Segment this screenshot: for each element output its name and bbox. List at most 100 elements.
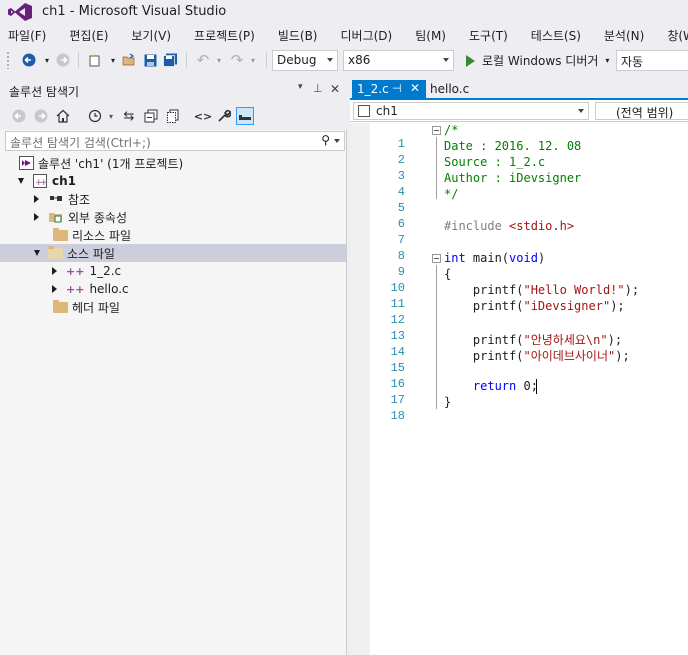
code-text: printf("Hello World!");: [444, 283, 639, 297]
search-icon[interactable]: ⚲: [321, 133, 330, 147]
code-line: 12 printf("iDevsigner");: [350, 299, 688, 327]
code-text-area[interactable]: 1 /* 2 Date : 2016. 12. 08 3 Source : 1_…: [350, 123, 688, 655]
collapse-toggle-icon[interactable]: [432, 126, 441, 135]
save-button[interactable]: [141, 51, 159, 69]
expand-arrow-icon[interactable]: [34, 195, 39, 203]
menu-team[interactable]: 팀(M): [415, 27, 446, 44]
collapse-all-button[interactable]: [142, 107, 160, 125]
tree-item-resource-files[interactable]: 리소스 파일: [0, 226, 346, 244]
tab-1-2-c[interactable]: 1_2.c ⊣ ✕: [352, 80, 426, 100]
solution-explorer-toolbar: ▾ ⇆ <>: [0, 102, 347, 130]
code-text: */: [444, 187, 459, 201]
tab-label: 1_2.c: [357, 82, 389, 96]
menu-test[interactable]: 테스트(S): [531, 27, 581, 44]
code-plain: );: [615, 349, 630, 363]
code-plain: );: [610, 299, 625, 313]
solution-configuration-dropdown[interactable]: Debug: [272, 50, 338, 71]
search-options-dropdown-icon[interactable]: [334, 139, 340, 143]
toolbar-grip[interactable]: [6, 51, 10, 69]
undo-dropdown-icon[interactable]: ▾: [210, 51, 228, 69]
tree-item-solution[interactable]: 솔루션 'ch1' (1개 프로젝트): [0, 154, 346, 172]
close-icon[interactable]: ✕: [410, 81, 420, 95]
tree-item-label: ch1: [52, 174, 77, 188]
configuration-value: Debug: [277, 53, 317, 67]
new-project-button[interactable]: [86, 51, 104, 69]
scope-dropdown-value: (전역 범위): [616, 106, 674, 120]
back-button[interactable]: [20, 51, 38, 69]
menu-window[interactable]: 창(W): [667, 27, 688, 44]
close-icon[interactable]: ✕: [330, 82, 340, 96]
menu-project[interactable]: 프로젝트(P): [194, 27, 255, 44]
tree-item-label: hello.c: [89, 282, 129, 296]
code-plain: printf(: [444, 333, 524, 347]
forward-button[interactable]: [54, 51, 72, 69]
menu-file[interactable]: 파일(F): [8, 27, 46, 44]
include-path: <stdio.h>: [509, 219, 575, 233]
code-plain: printf(: [444, 349, 524, 363]
pin-icon[interactable]: ⊥: [313, 82, 323, 95]
expand-arrow-icon[interactable]: [52, 285, 57, 293]
code-plain: ): [537, 251, 546, 265]
document-tab-well: 1_2.c ⊣ ✕ hello.c: [350, 78, 688, 100]
menu-debug[interactable]: 디버그(D): [341, 27, 393, 44]
solution-explorer-search-input[interactable]: 솔루션 탐색기 검색(Ctrl+;) ⚲: [5, 131, 345, 151]
solution-platform-dropdown[interactable]: x86: [343, 50, 454, 71]
expand-arrow-icon[interactable]: [52, 267, 57, 275]
tree-item-label: 1_2.c: [89, 264, 122, 278]
platform-value: x86: [348, 53, 371, 67]
string-literal: "안녕하세요\n": [523, 333, 608, 347]
show-all-files-button[interactable]: [164, 107, 182, 125]
expand-arrow-icon[interactable]: [34, 213, 39, 221]
folder-icon: [48, 245, 63, 259]
chevron-down-icon: [578, 109, 584, 113]
code-text: Author : iDevsigner: [444, 171, 582, 185]
scope-dropdown[interactable]: (전역 범위): [595, 102, 688, 120]
code-text: return 0;: [444, 379, 538, 393]
menu-analyze[interactable]: 분석(N): [604, 27, 644, 44]
forward-button[interactable]: [32, 107, 50, 125]
tab-hello-c[interactable]: hello.c: [430, 82, 469, 96]
debug-mode-dropdown[interactable]: 자동: [616, 50, 688, 71]
home-button[interactable]: [54, 107, 72, 125]
tree-item-source-files[interactable]: 소스 파일: [0, 244, 346, 262]
back-arrow-icon: [12, 109, 26, 123]
back-button[interactable]: [10, 107, 28, 125]
tree-item-file[interactable]: ++ hello.c: [0, 280, 346, 298]
project-icon: [358, 105, 370, 117]
tree-item-label: 솔루션 'ch1' (1개 프로젝트): [38, 156, 184, 171]
filter-dropdown-icon[interactable]: ▾: [102, 107, 120, 125]
project-dropdown[interactable]: ch1: [353, 102, 589, 120]
tree-item-references[interactable]: 참조: [0, 190, 346, 208]
code-line: 16: [350, 363, 688, 391]
collapse-toggle-icon[interactable]: [432, 254, 441, 263]
code-text: int main(void): [444, 251, 545, 265]
window-position-dropdown-icon[interactable]: ▾: [298, 82, 303, 92]
pin-icon[interactable]: ⊣: [392, 82, 402, 95]
menu-tools[interactable]: 도구(T): [469, 27, 508, 44]
forward-arrow-icon: [56, 53, 70, 67]
tree-item-external-dependencies[interactable]: 외부 종속성: [0, 208, 346, 226]
window-title: ch1 - Microsoft Visual Studio: [42, 4, 227, 19]
expand-arrow-icon[interactable]: [34, 250, 40, 256]
title-bar: ch1 - Microsoft Visual Studio: [0, 0, 688, 24]
tree-item-header-files[interactable]: 헤더 파일: [0, 298, 346, 316]
external-deps-icon: [48, 210, 64, 224]
tree-item-project[interactable]: + + ch1: [0, 172, 346, 190]
view-code-button[interactable]: <>: [194, 107, 212, 125]
chevron-down-icon: [443, 58, 449, 62]
menu-edit[interactable]: 편집(E): [69, 27, 108, 44]
code-line: 4 Author : iDevsigner: [350, 171, 688, 199]
menu-view[interactable]: 보기(V): [131, 27, 171, 44]
save-all-button[interactable]: [161, 51, 179, 69]
expand-arrow-icon[interactable]: [18, 178, 24, 184]
code-editor-panel: 1_2.c ⊣ ✕ hello.c ch1 (전역 범위) 1 /* 2 Dat…: [350, 78, 688, 655]
toolbar-separator: [266, 52, 267, 68]
redo-dropdown-icon[interactable]: ▾: [244, 51, 262, 69]
sync-with-active-document-button[interactable]: ⇆: [120, 107, 138, 125]
properties-button[interactable]: [215, 107, 233, 125]
menu-build[interactable]: 빌드(B): [278, 27, 318, 44]
tree-item-file[interactable]: ++ 1_2.c: [0, 262, 346, 280]
preview-selected-items-button[interactable]: [236, 107, 254, 125]
open-file-button[interactable]: [120, 51, 138, 69]
start-debugging-button[interactable]: 로컬 Windows 디버거 ▾: [462, 50, 609, 71]
